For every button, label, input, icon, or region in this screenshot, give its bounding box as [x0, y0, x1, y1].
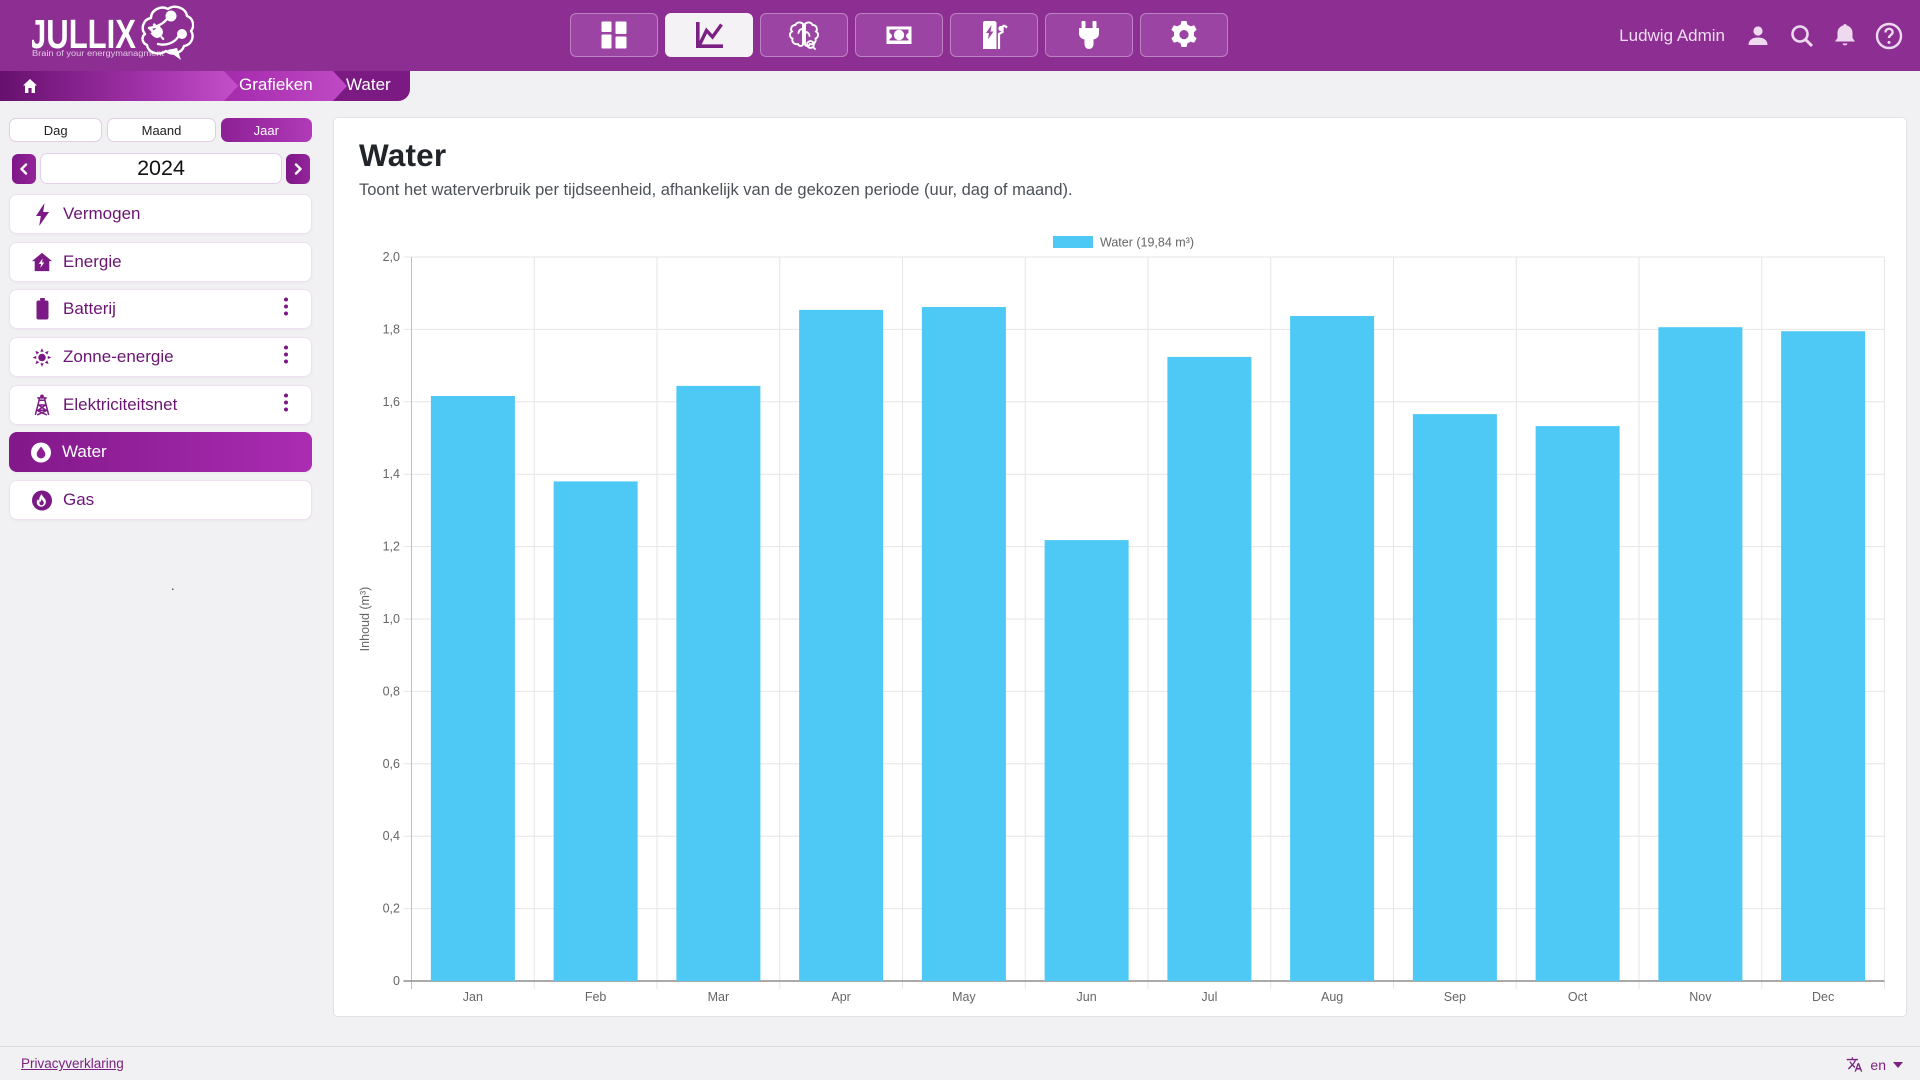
- svg-text:0: 0: [393, 974, 400, 988]
- svg-text:1,6: 1,6: [383, 395, 400, 409]
- svg-text:Jun: Jun: [1077, 990, 1097, 1004]
- svg-text:Inhoud (m³): Inhoud (m³): [358, 587, 372, 652]
- svg-text:1,4: 1,4: [383, 467, 400, 481]
- svg-text:Aug: Aug: [1321, 990, 1343, 1004]
- svg-text:1,8: 1,8: [383, 322, 400, 336]
- svg-text:Dec: Dec: [1812, 990, 1834, 1004]
- svg-text:Water (19,84 m³): Water (19,84 m³): [1100, 236, 1194, 250]
- svg-text:Nov: Nov: [1689, 990, 1712, 1004]
- svg-text:May: May: [952, 990, 976, 1004]
- svg-text:Oct: Oct: [1568, 990, 1588, 1004]
- svg-text:1,2: 1,2: [383, 540, 400, 554]
- svg-text:Apr: Apr: [831, 990, 850, 1004]
- svg-text:2,0: 2,0: [383, 250, 400, 264]
- svg-text:Jul: Jul: [1201, 990, 1217, 1004]
- svg-text:1,0: 1,0: [383, 612, 400, 626]
- svg-text:0,8: 0,8: [383, 684, 400, 698]
- svg-text:0,4: 0,4: [383, 829, 400, 843]
- svg-text:Sep: Sep: [1444, 990, 1466, 1004]
- svg-text:Jan: Jan: [463, 990, 483, 1004]
- svg-text:Mar: Mar: [708, 990, 730, 1004]
- svg-text:0,6: 0,6: [383, 757, 400, 771]
- svg-text:Feb: Feb: [585, 990, 607, 1004]
- svg-text:0,2: 0,2: [383, 902, 400, 916]
